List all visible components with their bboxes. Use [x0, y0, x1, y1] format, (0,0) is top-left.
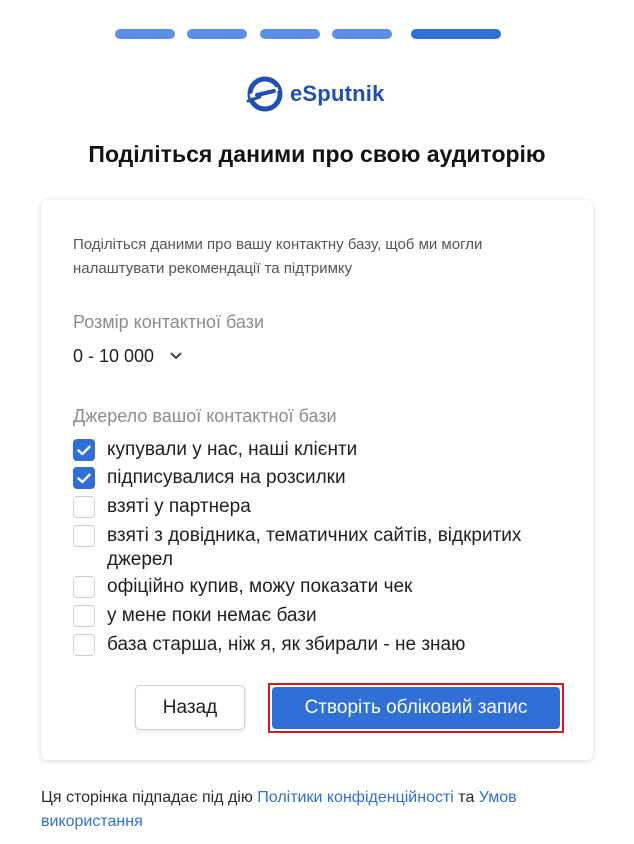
chevron-down-icon [170, 352, 182, 359]
option-checkbox[interactable] [73, 605, 95, 627]
footer-text: Ця сторінка підпадає під дію Політики ко… [41, 786, 581, 834]
source-option: підписувалися на розсилки [73, 466, 573, 490]
source-option: у мене поки немає бази [73, 604, 573, 628]
create-account-button[interactable]: Створіть обліковий запис [272, 687, 560, 729]
option-label: взяті з довідника, тематичних сайтів, ві… [107, 525, 522, 570]
brand-name: eSputnik [290, 81, 385, 106]
source-option: база старша, ніж я, як збирали - не знаю [73, 633, 573, 657]
option-checkbox[interactable] [73, 634, 95, 656]
checkmark-icon [77, 445, 91, 455]
size-value: 0 - 10 000 [73, 345, 155, 366]
option-checkbox[interactable] [73, 496, 95, 518]
source-option: офіційно купив, можу показати чек [73, 575, 573, 599]
option-label: підписувалися на розсилки [107, 467, 346, 488]
source-option: взяті у партнера [73, 495, 573, 519]
progress-step-1 [115, 29, 175, 39]
progress-step-3 [260, 29, 320, 39]
option-label: офіційно купив, можу показати чек [107, 576, 413, 597]
source-option: купували у нас, наші клієнти [73, 438, 573, 462]
option-label: взяті у партнера [107, 496, 251, 517]
option-label: купували у нас, наші клієнти [107, 439, 358, 460]
option-checkbox[interactable] [73, 525, 95, 547]
checkmark-icon [77, 473, 91, 483]
option-checkbox[interactable] [73, 439, 95, 461]
privacy-policy-link[interactable]: Політики конфіденційності [257, 789, 454, 806]
progress-step-4 [332, 29, 392, 39]
progress-bar [0, 29, 634, 39]
create-account-highlight: Створіть обліковий запис [268, 683, 564, 733]
footer-conj: та [458, 789, 475, 806]
esputnik-logo-icon [246, 76, 283, 112]
option-label: у мене поки немає бази [107, 605, 317, 626]
footer-prefix: Ця сторінка підпадає під дію [41, 789, 253, 806]
source-option: взяті з довідника, тематичних сайтів, ві… [73, 524, 573, 572]
option-checkbox[interactable] [73, 576, 95, 598]
size-label: Розмір контактної бази [73, 312, 265, 332]
size-select[interactable]: 0 - 10 000 [73, 343, 182, 369]
back-button[interactable]: Назад [135, 685, 245, 730]
form-intro: Поділіться даними про вашу контактну баз… [73, 236, 483, 277]
option-checkbox[interactable] [73, 467, 95, 489]
progress-step-5 [411, 29, 501, 39]
source-label: Джерело вашої контактної бази [73, 406, 337, 426]
progress-step-2 [187, 29, 247, 39]
option-label: база старша, ніж я, як збирали - не знаю [107, 634, 466, 655]
page-title: Поділіться даними про свою аудиторію [88, 141, 546, 167]
brand-logo: eSputnik [246, 74, 385, 114]
